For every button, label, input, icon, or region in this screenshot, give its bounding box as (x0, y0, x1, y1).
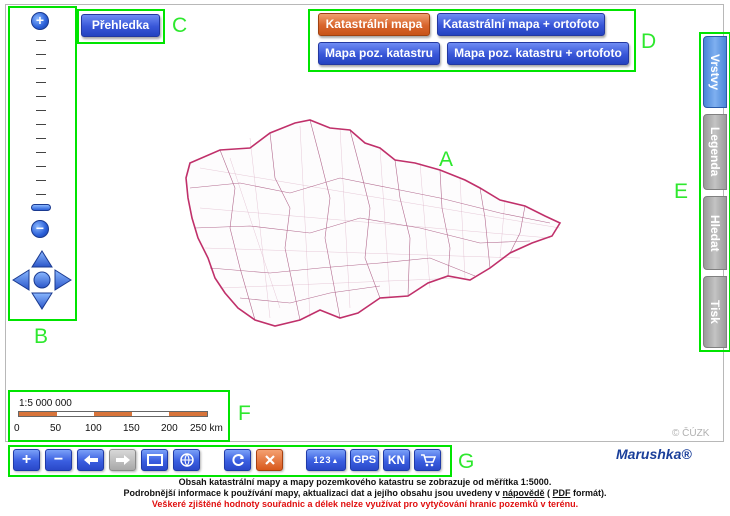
tab-print[interactable]: Tisk (703, 276, 727, 348)
brand-logo: Marushka® (616, 446, 692, 462)
footer-info-line-2: Podrobnější informace k používání mapy, … (0, 488, 730, 498)
arrow-right-icon (115, 455, 130, 465)
back-button[interactable] (77, 449, 104, 471)
scale-tick-label: 150 (123, 423, 140, 434)
rectangle-zoom-icon (146, 454, 163, 466)
scale-tick-label: 50 (50, 423, 62, 434)
zoom-in-button[interactable]: + (13, 449, 40, 471)
zoom-extent-button[interactable] (141, 449, 168, 471)
tab-label: Tisk (708, 300, 722, 324)
footer-warning: Veškeré zjištěné hodnoty souřadnic a dél… (151, 499, 579, 509)
scale-tick-label: 200 (161, 423, 178, 434)
footer-text: formát). (570, 488, 607, 498)
cart-icon (420, 454, 436, 467)
help-link[interactable]: nápovědě (502, 488, 544, 498)
zoom-in-icon[interactable]: + (31, 12, 49, 30)
pan-left-icon[interactable] (12, 269, 30, 291)
zoom-level-tick[interactable] (36, 180, 46, 181)
gps-button[interactable]: GPS (350, 449, 379, 471)
forward-button[interactable] (109, 449, 136, 471)
footer-text: ( (544, 488, 550, 498)
zoom-level-tick[interactable] (36, 138, 46, 139)
scale-bar (18, 411, 208, 417)
annotation-label-b: B (34, 325, 49, 348)
annotation-label-d: D (641, 30, 657, 53)
tab-label: Legenda (708, 127, 722, 177)
map-mode-label: Mapa poz. katastru + ortofoto (454, 46, 622, 60)
clear-button[interactable] (256, 449, 283, 471)
overview-button[interactable]: Přehledka (81, 14, 160, 37)
zoom-level-tick[interactable] (36, 40, 46, 41)
pan-up-icon[interactable] (31, 250, 53, 268)
zoom-out-icon[interactable]: − (31, 220, 49, 238)
zoom-level-tick[interactable] (36, 124, 46, 125)
zoom-level-tick[interactable] (36, 152, 46, 153)
annotation-label-c: C (172, 14, 188, 37)
zoom-level-tick[interactable] (36, 166, 46, 167)
copyright-text: © ČÚZK (672, 428, 710, 439)
map-mode-land-register-ortho[interactable]: Mapa poz. katastru + ortofoto (447, 42, 629, 65)
gps-label: GPS (352, 454, 377, 466)
footer-text: Podrobnější informace k používání mapy, … (123, 488, 500, 498)
map-mode-cadastral[interactable]: Katastrální mapa (318, 13, 430, 36)
map-mode-cadastral-ortho[interactable]: Katastrální mapa + ortofoto (437, 13, 605, 36)
pdf-link[interactable]: PDF (552, 488, 570, 498)
annotation-label-f: F (238, 402, 251, 425)
scale-tick-label: 250 km (190, 423, 223, 434)
map-mode-land-register[interactable]: Mapa poz. katastru (318, 42, 440, 65)
overview-button-label: Přehledka (91, 18, 150, 32)
globe-icon (179, 453, 194, 467)
zoom-slider-handle[interactable] (31, 204, 51, 211)
globe-button[interactable] (173, 449, 200, 471)
kn-label: KN (387, 453, 406, 467)
measure-icon: 123 (313, 455, 332, 465)
zoom-level-tick[interactable] (36, 68, 46, 69)
tab-search[interactable]: Hledat (703, 196, 727, 270)
pan-down-icon[interactable] (31, 292, 53, 310)
measure-button[interactable]: 123▲ (306, 449, 346, 471)
tab-label: Hledat (708, 214, 722, 252)
map-mode-label: Mapa poz. katastru (324, 46, 434, 60)
footer-info-line-1: Obsah katastrální mapy a mapy pozemkovéh… (178, 477, 552, 487)
refresh-icon (232, 454, 244, 466)
map-canvas[interactable] (180, 108, 580, 338)
tab-label: Vrstvy (708, 53, 722, 91)
scale-tick-label: 100 (85, 423, 102, 434)
zoom-level-tick[interactable] (36, 82, 46, 83)
country-outline (185, 119, 562, 327)
annotation-label-g: G (458, 450, 475, 473)
map-mode-label: Katastrální mapa + ortofoto (442, 17, 600, 31)
scale-ratio: 1:5 000 000 (19, 398, 72, 409)
zoom-out-button[interactable]: − (45, 449, 72, 471)
tab-layers[interactable]: Vrstvy (703, 36, 727, 108)
pan-control[interactable] (11, 249, 73, 311)
annotation-label-a: A (439, 148, 454, 171)
kn-button[interactable]: KN (383, 449, 410, 471)
zoom-level-tick[interactable] (36, 110, 46, 111)
close-icon (264, 455, 275, 465)
arrow-left-icon (83, 455, 98, 465)
pan-center-icon[interactable] (33, 271, 51, 289)
zoom-level-tick[interactable] (36, 96, 46, 97)
zoom-level-tick[interactable] (36, 54, 46, 55)
tab-legend[interactable]: Legenda (703, 114, 727, 190)
pan-right-icon[interactable] (54, 269, 72, 291)
map-mode-label: Katastrální mapa (325, 17, 423, 31)
cart-button[interactable] (414, 449, 441, 471)
scale-tick-label: 0 (14, 423, 20, 434)
chevron-up-icon: ▲ (331, 458, 339, 465)
refresh-button[interactable] (224, 449, 251, 471)
annotation-label-e: E (674, 180, 689, 203)
zoom-level-tick[interactable] (36, 194, 46, 195)
